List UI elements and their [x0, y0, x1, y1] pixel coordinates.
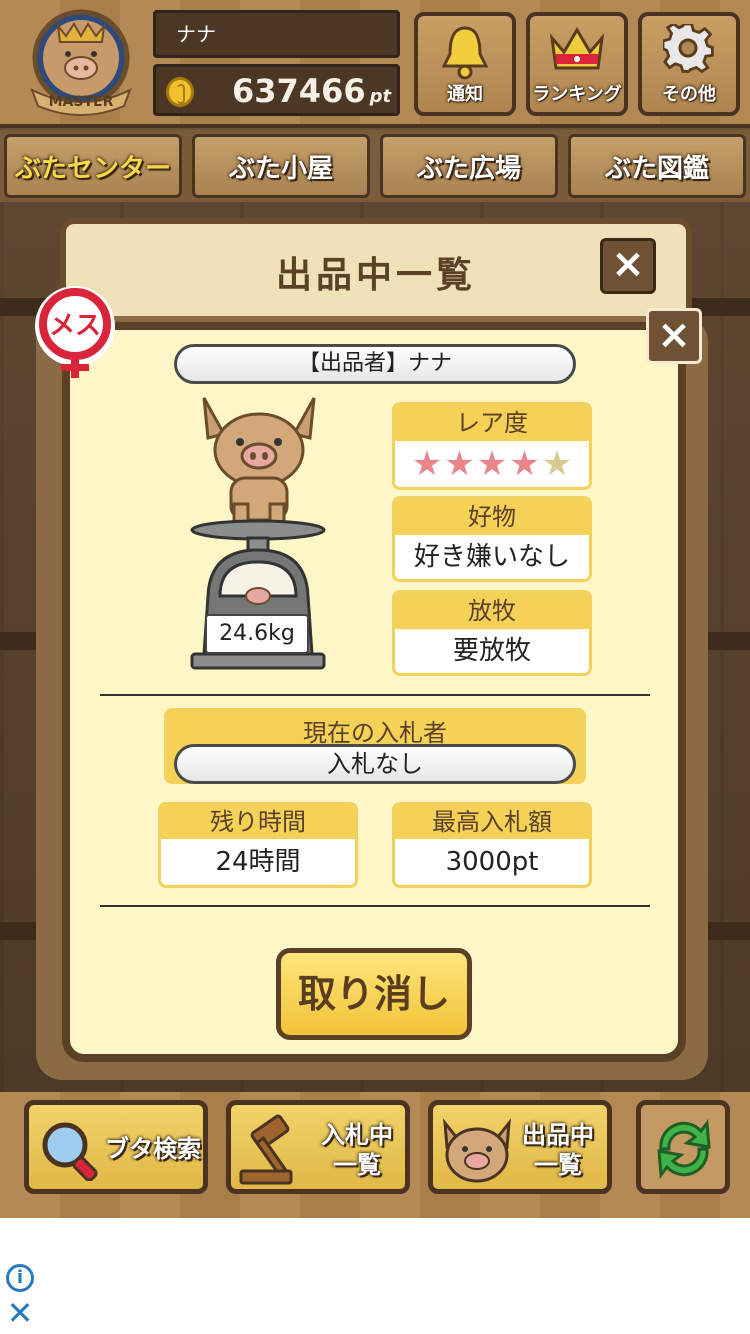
gavel-icon [239, 1114, 293, 1185]
current-bidder-value: 入札なし [174, 744, 576, 784]
cancel-listing-button[interactable]: 取り消し [276, 948, 472, 1040]
bidding-list-button[interactable]: 入札中 一覧 [226, 1100, 410, 1194]
tab-buta-hut[interactable]: ぶた小屋 [192, 134, 370, 198]
remaining-time-value: 24時間 [215, 847, 301, 877]
points-value: 637466 [232, 72, 366, 110]
remaining-time-card: 残り時間 24時間 [158, 802, 358, 888]
pig-search-button[interactable]: ブタ検索 [24, 1100, 208, 1194]
bidding-label-line2: 一覧 [333, 1151, 381, 1179]
current-bidder-caption: 現在の入札者 [303, 719, 447, 747]
tab-buta-center[interactable]: ぶたセンター [4, 134, 182, 198]
listing-list-button[interactable]: 出品中 一覧 [428, 1100, 612, 1194]
crown-icon [549, 27, 605, 70]
ranking-button[interactable]: ランキング [526, 12, 628, 116]
rarity-caption: レア度 [395, 405, 589, 441]
ad-banner [0, 1218, 750, 1334]
modal-close-button[interactable]: × [646, 308, 702, 364]
notification-label: 通知 [447, 84, 483, 105]
points-unit: pt [369, 86, 392, 107]
rarity-stars: ★ ★ ★ ★ ★ [395, 441, 589, 487]
star-filled-icon: ★ [411, 444, 443, 484]
grazing-value: 要放牧 [452, 636, 531, 666]
player-name: ナナ [153, 10, 400, 58]
tab-buta-plaza[interactable]: ぶた広場 [380, 134, 558, 198]
rank-badge-label: MASTER [49, 94, 114, 110]
panel-close-button[interactable]: × [600, 238, 656, 294]
section-divider [100, 905, 650, 907]
master-avatar-icon[interactable]: MASTER [18, 6, 144, 118]
main-tabs: ぶたセンター ぶた小屋 ぶた広場 ぶた図鑑 [0, 130, 750, 202]
gear-icon [663, 24, 714, 74]
tab-buta-encyclopedia[interactable]: ぶた図鑑 [568, 134, 746, 198]
gender-label: メス [49, 311, 101, 341]
section-divider [100, 694, 650, 696]
favorite-value: 好き嫌いなし [413, 542, 570, 572]
notification-button[interactable]: 通知 [414, 12, 516, 116]
ad-info-icon[interactable]: i [6, 1264, 34, 1292]
refresh-icon [657, 1118, 711, 1180]
listing-label-line1: 出品中 [522, 1121, 594, 1149]
coin-icon [166, 77, 194, 107]
star-filled-icon: ★ [444, 444, 475, 484]
weight-readout: 24.6kg [205, 614, 309, 654]
seller-name: 【出品者】ナナ [174, 344, 576, 384]
top-header: MASTER ナナ 637466 pt 通知 ランキング その他 [0, 0, 750, 128]
ranking-label: ランキング [532, 84, 622, 105]
female-badge-icon: メス [35, 286, 115, 378]
pig-face-icon [443, 1118, 511, 1183]
highest-bid-value: 3000pt [445, 847, 539, 877]
ad-close-icon[interactable]: ✕ [6, 1296, 34, 1330]
favorite-food-card: 好物 好き嫌いなし [392, 496, 592, 582]
bell-icon [441, 26, 489, 80]
highest-bid-card: 最高入札額 3000pt [392, 802, 592, 888]
star-filled-icon: ★ [476, 444, 508, 484]
settings-button[interactable]: その他 [638, 12, 740, 116]
remaining-time-caption: 残り時間 [161, 805, 355, 839]
pig-search-label: ブタ検索 [105, 1135, 201, 1163]
star-filled-icon: ★ [509, 444, 540, 484]
listing-label-line2: 一覧 [534, 1151, 582, 1179]
settings-label: その他 [662, 84, 716, 105]
panel-title: 出品中一覧 [275, 255, 476, 296]
points-value-wrap: 637466 pt [232, 71, 391, 117]
bidding-label-line1: 入札中 [321, 1121, 393, 1149]
refresh-button[interactable] [636, 1100, 730, 1194]
favorite-caption: 好物 [395, 499, 589, 535]
points-display: 637466 pt [153, 64, 400, 116]
grazing-card: 放牧 要放牧 [392, 590, 592, 676]
rarity-card: レア度 ★ ★ ★ ★ ★ [392, 402, 592, 490]
grazing-caption: 放牧 [395, 593, 589, 629]
highest-bid-caption: 最高入札額 [395, 805, 589, 839]
star-empty-icon: ★ [541, 444, 573, 484]
magnifier-icon [42, 1122, 98, 1181]
